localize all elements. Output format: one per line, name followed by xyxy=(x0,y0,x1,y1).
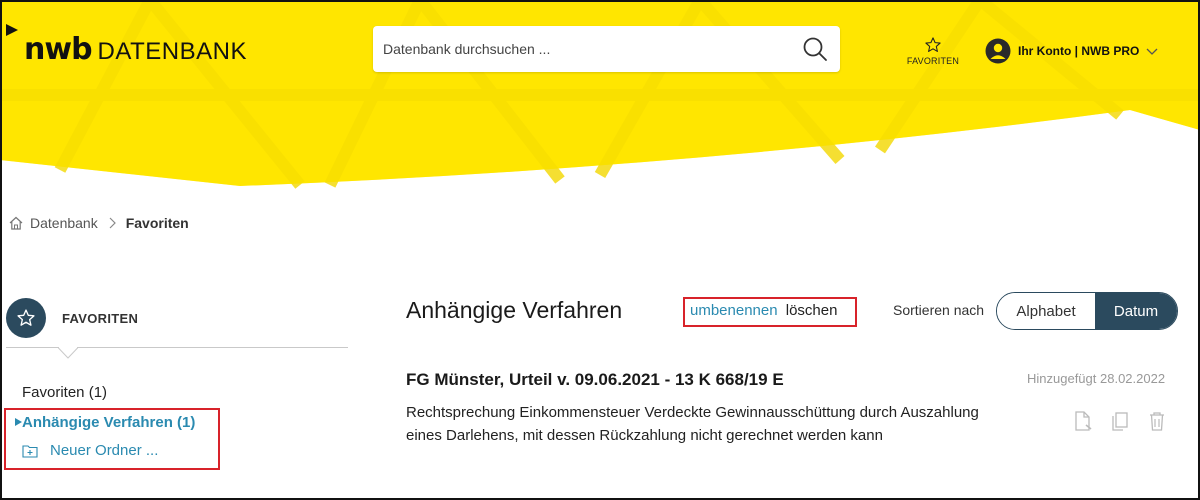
home-icon[interactable] xyxy=(8,215,24,231)
copy-icon[interactable] xyxy=(1109,410,1131,432)
logo-sub-text: DATENBANK xyxy=(97,38,247,65)
entry-title-link[interactable]: FG Münster, Urteil v. 09.06.2021 - 13 K … xyxy=(406,370,784,390)
logo[interactable]: nwb DATENBANK xyxy=(24,32,247,67)
user-avatar-icon xyxy=(985,38,1011,64)
search-box xyxy=(373,26,840,72)
divider-notch xyxy=(58,347,78,359)
entry-added-date: Hinzugefügt 28.02.2022 xyxy=(1027,371,1166,386)
favorites-label: FAVORITEN xyxy=(906,56,960,66)
favorites-link[interactable]: FAVORITEN xyxy=(902,36,964,66)
logo-marker xyxy=(6,24,18,36)
sort-alphabet-button[interactable]: Alphabet xyxy=(997,293,1095,329)
search-icon[interactable] xyxy=(802,36,828,62)
trash-icon[interactable] xyxy=(1146,410,1168,432)
star-icon xyxy=(925,37,941,52)
sidebar-header: FAVORITEN xyxy=(6,298,138,338)
logo-main-text: nwb xyxy=(24,32,93,67)
chevron-right-icon xyxy=(109,217,116,229)
chevron-down-icon xyxy=(1146,48,1158,55)
breadcrumb: Datenbank Favoriten xyxy=(8,215,189,231)
sidebar-title: FAVORITEN xyxy=(62,310,139,326)
entry-description: Rechtsprechung Einkommensteuer Verdeckte… xyxy=(406,404,979,444)
sort-toggle: Alphabet Datum xyxy=(996,292,1178,330)
sort-label: Sortieren nach xyxy=(893,302,985,318)
account-menu[interactable]: Ihr Konto | NWB PRO xyxy=(985,38,1159,64)
sort-date-button[interactable]: Datum xyxy=(1095,293,1177,329)
folder-title: Anhängige Verfahren xyxy=(406,297,623,323)
breadcrumb-current: Favoriten xyxy=(125,215,189,231)
star-icon xyxy=(17,309,35,326)
favorites-badge xyxy=(6,298,46,338)
breadcrumb-link-datenbank[interactable]: Datenbank xyxy=(30,215,98,231)
search-input[interactable] xyxy=(383,37,783,61)
highlight-box-actions xyxy=(683,297,857,327)
header: nwb DATENBANK FAVORITEN Ihr Konto | NWB … xyxy=(0,0,1200,190)
entry-action-icons xyxy=(1072,410,1183,432)
highlight-box-sidebar xyxy=(4,408,220,470)
document-pdf-icon[interactable] xyxy=(1072,410,1094,432)
account-label: Ihr Konto | NWB PRO xyxy=(1018,44,1140,58)
sidebar-item-favoriten[interactable]: Favoriten (1) xyxy=(22,384,107,401)
